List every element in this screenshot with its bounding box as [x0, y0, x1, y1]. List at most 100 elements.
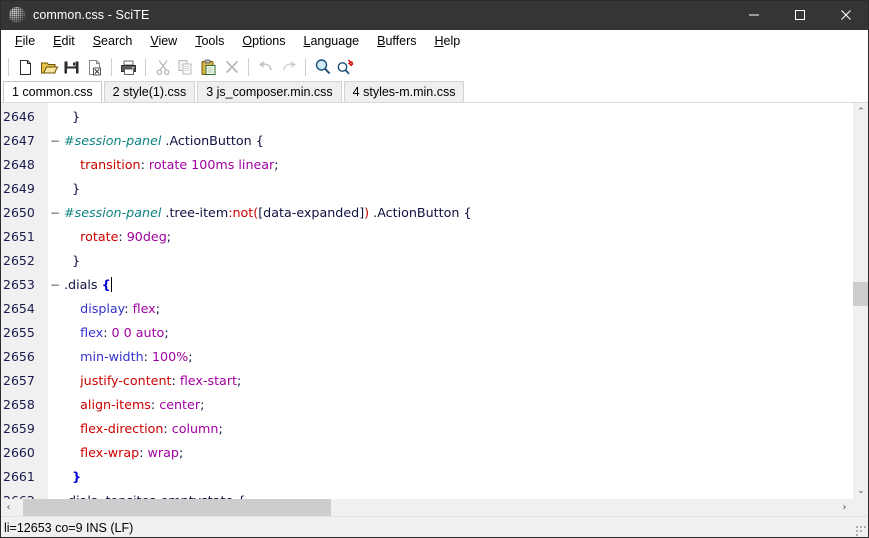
scroll-right-arrow[interactable]: › — [836, 499, 853, 516]
save-file-icon[interactable] — [60, 56, 83, 78]
text-caret — [110, 277, 112, 292]
code-line[interactable]: } — [64, 105, 852, 129]
buffer-tab-2[interactable]: 2 style(1).css — [103, 81, 196, 102]
code-content[interactable]: } #session-panel .ActionButton { transiti… — [62, 103, 852, 499]
buffer-tab-1[interactable]: 1 common.css — [3, 81, 102, 102]
fold-marker-expanded[interactable]: − — [48, 201, 62, 225]
fold-marker-expanded[interactable]: − — [48, 273, 62, 297]
scroll-down-arrow[interactable]: ⌄ — [853, 482, 869, 499]
toolbar-separator — [8, 58, 9, 76]
fold-marker-none — [48, 393, 62, 417]
code-line[interactable]: display: flex; — [64, 297, 852, 321]
paste-icon[interactable] — [197, 56, 220, 78]
menu-accelerator: B — [377, 34, 386, 48]
code-line[interactable]: flex-direction: column; — [64, 417, 852, 441]
code-line[interactable]: #session-panel .tree-item:not([data-expa… — [64, 201, 852, 225]
line-number: 2653 — [3, 277, 35, 292]
code-line[interactable]: } — [64, 177, 852, 201]
maximize-button[interactable] — [777, 0, 823, 30]
code-line[interactable]: align-items: center; — [64, 393, 852, 417]
minimize-button[interactable] — [731, 0, 777, 30]
toolbar-separator — [145, 58, 146, 76]
menu-item-tools[interactable]: Tools — [186, 32, 233, 51]
status-bar: li=12653 co=9 INS (LF) — [0, 516, 869, 538]
line-number: 2661 — [3, 469, 35, 484]
code-line[interactable]: } — [64, 249, 852, 273]
code-line[interactable]: rotate: 90deg; — [64, 225, 852, 249]
undo-icon[interactable] — [254, 56, 277, 78]
menu-item-options[interactable]: Options — [233, 32, 294, 51]
new-file-icon[interactable] — [14, 56, 37, 78]
horizontal-scrollbar-track[interactable] — [17, 499, 836, 516]
code-line[interactable]: flex: 0 0 auto; — [64, 321, 852, 345]
fold-marker-expanded[interactable]: − — [48, 129, 62, 153]
line-number: 2657 — [3, 373, 35, 388]
menu-item-file[interactable]: File — [6, 32, 44, 51]
replace-icon[interactable] — [334, 56, 357, 78]
horizontal-scrollbar[interactable]: ‹ › — [0, 499, 869, 516]
close-file-icon[interactable] — [83, 56, 106, 78]
code-line[interactable]: .dials .topsites-emptystate { — [64, 489, 852, 499]
code-line[interactable]: transition: rotate 100ms linear; — [64, 153, 852, 177]
code-token: : — [139, 445, 148, 460]
redo-icon[interactable] — [277, 56, 300, 78]
buffer-tab-4[interactable]: 4 styles-m.min.css — [343, 81, 465, 102]
menu-accelerator: E — [53, 34, 62, 48]
code-token: rotate 100ms linear — [148, 157, 275, 172]
code-token: flex — [132, 301, 156, 316]
menu-item-help[interactable]: Help — [426, 32, 470, 51]
code-line[interactable]: justify-content: flex-start; — [64, 369, 852, 393]
code-token: #session-panel — [64, 205, 162, 220]
find-icon[interactable] — [311, 56, 334, 78]
menu-item-view[interactable]: View — [141, 32, 186, 51]
text-editor[interactable]: 2646 2647 2648 2649 2650 2651 2652 2653 2654 2655… — [0, 103, 852, 499]
delete-icon[interactable] — [220, 56, 243, 78]
print-icon[interactable] — [117, 56, 140, 78]
fold-marker-none — [48, 417, 62, 441]
fold-marker-none — [48, 345, 62, 369]
scroll-up-arrow[interactable]: ⌃ — [853, 103, 869, 120]
fold-margin[interactable]: − − − − — [48, 103, 62, 499]
code-token: align-items — [80, 397, 151, 412]
code-token: rotate — [80, 229, 119, 244]
code-token: ; — [200, 397, 205, 412]
code-line[interactable]: min-width: 100%; — [64, 345, 852, 369]
code-line[interactable]: #session-panel .ActionButton { — [64, 129, 852, 153]
code-token: 100% — [151, 349, 189, 364]
code-line[interactable]: flex-wrap: wrap; — [64, 441, 852, 465]
horizontal-scrollbar-thumb[interactable] — [23, 499, 331, 516]
fold-marker-none — [48, 441, 62, 465]
menu-item-search[interactable]: Search — [84, 32, 142, 51]
open-file-icon[interactable] — [37, 56, 60, 78]
menu-item-buffers[interactable]: Buffers — [368, 32, 425, 51]
menu-accelerator: T — [195, 34, 202, 48]
close-button[interactable] — [823, 0, 869, 30]
buffer-tab-3[interactable]: 3 js_composer.min.css — [197, 81, 342, 102]
menu-item-edit[interactable]: Edit — [44, 32, 84, 51]
code-line[interactable]: } — [64, 465, 852, 489]
vertical-scrollbar-thumb[interactable] — [853, 282, 869, 307]
code-line[interactable]: .dials { — [64, 273, 852, 297]
vertical-scrollbar[interactable]: ⌃ ⌄ — [852, 103, 869, 499]
code-token: 0 0 auto — [111, 325, 165, 340]
scrollbar-corner — [853, 499, 869, 516]
scite-window: common.css - SciTE File Edit Search View Too… — [0, 0, 869, 538]
fold-marker-expanded[interactable]: − — [48, 489, 62, 499]
line-number: 2647 — [3, 133, 35, 148]
scroll-left-arrow[interactable]: ‹ — [0, 499, 17, 516]
copy-icon[interactable] — [174, 56, 197, 78]
code-token: center — [159, 397, 201, 412]
menu-item-language[interactable]: Language — [295, 32, 369, 51]
resize-grip-icon[interactable] — [854, 524, 866, 536]
code-token: : — [124, 301, 133, 316]
line-number-gutter: 2646 2647 2648 2649 2650 2651 2652 2653 2654 2655… — [0, 103, 48, 499]
cut-icon[interactable] — [151, 56, 174, 78]
